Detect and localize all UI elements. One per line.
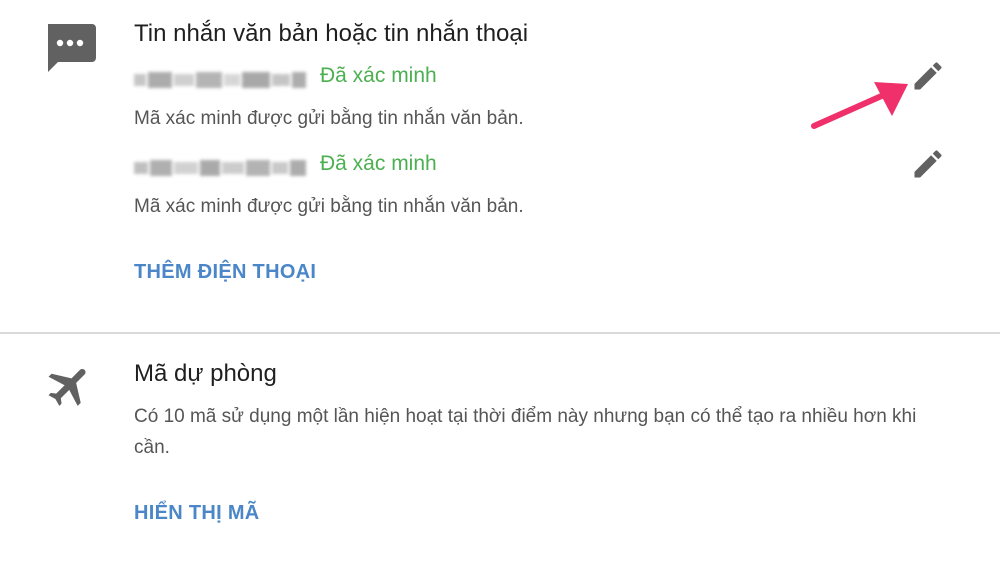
verified-status: Đã xác minh: [320, 152, 437, 175]
verified-status: Đã xác minh: [320, 64, 437, 87]
pencil-icon: [914, 62, 942, 90]
pencil-icon: [914, 150, 942, 178]
backup-codes-section: Mã dự phòng Có 10 mã sử dụng một lần hiệ…: [0, 334, 1000, 569]
phone-row-2: Đã xác minh: [134, 152, 954, 182]
edit-phone-2-button[interactable]: [910, 146, 946, 182]
annotation-arrow-icon: [811, 82, 908, 129]
sms-section: Tin nhắn văn bản hoặc tin nhắn thoại Đã …: [0, 0, 1000, 333]
phone-2-description: Mã xác minh được gửi bằng tin nhắn văn b…: [134, 196, 524, 217]
backup-codes-title: Mã dự phòng: [134, 360, 277, 387]
backup-codes-description: Có 10 mã sử dụng một lần hiện hoạt tại t…: [134, 406, 917, 458]
add-phone-button[interactable]: THÊM ĐIỆN THOẠI: [134, 261, 316, 284]
sms-section-title: Tin nhắn văn bản hoặc tin nhắn thoại: [134, 20, 529, 47]
show-codes-button[interactable]: HIỂN THỊ MÃ: [134, 502, 260, 525]
message-icon: [48, 24, 96, 72]
airplane-icon: [48, 368, 86, 406]
phone-1-description: Mã xác minh được gửi bằng tin nhắn văn b…: [134, 108, 524, 129]
masked-phone-number: [134, 160, 306, 176]
masked-phone-number: [134, 72, 306, 88]
